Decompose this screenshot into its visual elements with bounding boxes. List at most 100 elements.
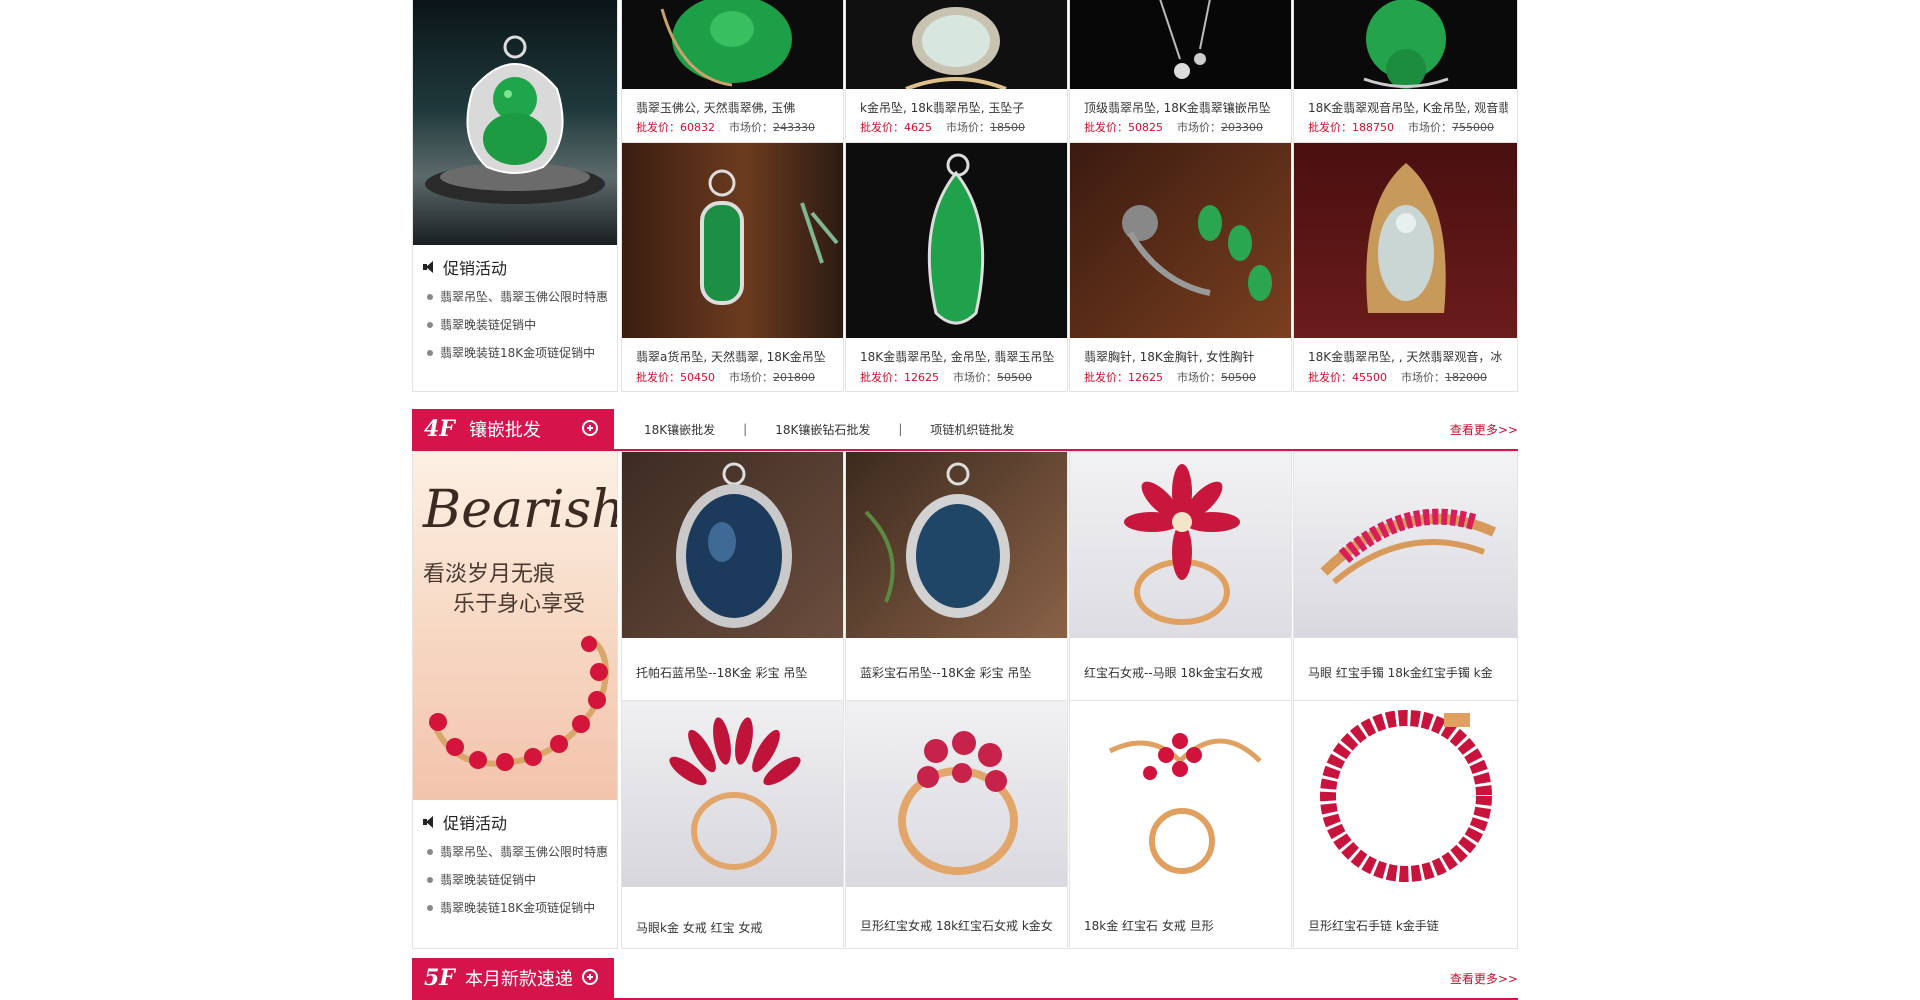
promo-link[interactable]: 翡翠吊坠、翡翠玉佛公限时特惠 [440, 283, 608, 311]
wholesale-price: 50450 [680, 371, 715, 384]
promo-list: 翡翠吊坠、翡翠玉佛公限时特惠 翡翠晚装链促销中 翡翠晚装链18K金项链促销中 [427, 838, 608, 922]
tab-18k-inlay[interactable]: 18K镶嵌批发 [644, 421, 715, 438]
product-image[interactable] [846, 143, 1067, 338]
bullet-icon [427, 294, 433, 300]
product-name[interactable]: 托帕石蓝吊坠--18K金 彩宝 吊坠 [636, 664, 836, 681]
product-name[interactable]: 18K金翡翠吊坠, 金吊坠, 翡翠玉吊坠 [860, 348, 1060, 365]
product-card[interactable]: 马眼 红宝手镯 18k金红宝手镯 k金 [1293, 451, 1518, 701]
market-price: 201800 [773, 371, 815, 384]
product-card[interactable]: k金吊坠, 18k翡翠吊坠, 玉坠子 批发价：4625 市场价：18500 [845, 0, 1068, 143]
promo-item[interactable]: 翡翠晚装链促销中 [427, 866, 608, 894]
market-label: 市场价： [729, 121, 773, 134]
product-image[interactable] [846, 701, 1067, 887]
product-card[interactable]: 翡翠玉佛公, 天然翡翠佛, 玉佛 批发价：60832 市场价：243330 [621, 0, 844, 143]
market-label: 市场价： [729, 371, 773, 384]
product-name[interactable]: 18K金翡翠吊坠, , 天然翡翠观音，冰 [1308, 348, 1508, 365]
wholesale-label: 批发价： [636, 371, 680, 384]
product-image[interactable] [1070, 0, 1291, 89]
product-card[interactable]: 翡翠胸针, 18K金胸针, 女性胸针 批发价：12625 市场价：50500 [1069, 142, 1292, 392]
product-card[interactable]: 18k金 红宝石 女戒 旦形 [1069, 700, 1292, 949]
promo-item[interactable]: 翡翠吊坠、翡翠玉佛公限时特惠 [427, 283, 608, 311]
promo-item[interactable]: 翡翠晚装链促销中 [427, 311, 608, 339]
wholesale-label: 批发价： [1084, 371, 1128, 384]
product-image[interactable] [846, 0, 1067, 89]
plus-circle-icon[interactable] [582, 969, 598, 985]
market-price: 50500 [1221, 371, 1256, 384]
see-more-link[interactable]: 查看更多>> [1450, 421, 1518, 438]
product-card[interactable]: 托帕石蓝吊坠--18K金 彩宝 吊坠 [621, 451, 844, 701]
product-image[interactable] [1070, 452, 1291, 638]
product-name[interactable]: 马眼 红宝手镯 18k金红宝手镯 k金 [1308, 664, 1508, 681]
ruby-bracelet-image [429, 634, 609, 771]
product-image[interactable] [622, 701, 843, 887]
market-label: 市场价： [1408, 121, 1452, 134]
promo-list: 翡翠吊坠、翡翠玉佛公限时特惠 翡翠晚装链促销中 翡翠晚装链18K金项链促销中 [427, 283, 608, 367]
product-card[interactable]: 旦形红宝石手链 k金手链 [1293, 700, 1518, 949]
floor-3-sidebar: 促销活动 翡翠吊坠、翡翠玉佛公限时特惠 翡翠晚装链促销中 翡翠晚装链18K金项链… [412, 0, 618, 392]
market-price: 203300 [1221, 121, 1263, 134]
see-more-link[interactable]: 查看更多>> [1450, 970, 1518, 987]
market-price: 50500 [997, 371, 1032, 384]
product-name[interactable]: 18K金翡翠观音吊坠, K金吊坠, 观音翡 [1308, 99, 1508, 116]
product-card[interactable]: 旦形红宝女戒 18k红宝石女戒 k金女 [845, 700, 1068, 949]
product-name[interactable]: 红宝石女戒--马眼 18k金宝石女戒 [1084, 664, 1284, 681]
wholesale-price: 188750 [1352, 121, 1394, 134]
product-card[interactable]: 蓝彩宝石吊坠--18K金 彩宝 吊坠 [845, 451, 1068, 701]
product-image[interactable] [1294, 0, 1517, 89]
product-image[interactable] [1294, 701, 1517, 887]
product-card[interactable]: 18K金翡翠吊坠, 金吊坠, 翡翠玉吊坠 批发价：12625 市场价：50500 [845, 142, 1068, 392]
promo-link[interactable]: 翡翠晚装链促销中 [440, 866, 536, 894]
product-name[interactable]: 翡翠玉佛公, 天然翡翠佛, 玉佛 [636, 99, 836, 116]
product-image[interactable] [622, 452, 843, 638]
floor-number: 4F [424, 416, 455, 442]
tab-separator: | [743, 422, 748, 436]
promo-item[interactable]: 翡翠吊坠、翡翠玉佛公限时特惠 [427, 838, 608, 866]
promo-item[interactable]: 翡翠晚装链18K金项链促销中 [427, 339, 608, 367]
product-image[interactable] [622, 0, 843, 89]
product-name[interactable]: 翡翠a货吊坠, 天然翡翠, 18K金吊坠 [636, 348, 836, 365]
plus-circle-icon[interactable] [582, 420, 598, 436]
product-card[interactable]: 18K金翡翠吊坠, , 天然翡翠观音，冰 批发价：45500 市场价：182000 [1293, 142, 1518, 392]
promo-item[interactable]: 翡翠晚装链18K金项链促销中 [427, 894, 608, 922]
product-card[interactable]: 18K金翡翠观音吊坠, K金吊坠, 观音翡 批发价：188750 市场价：7550… [1293, 0, 1518, 143]
tab-18k-diamond-inlay[interactable]: 18K镶嵌钻石批发 [775, 421, 870, 438]
product-image[interactable] [1294, 143, 1517, 338]
floor-5-tag[interactable]: 5F 本月新款速递 [412, 958, 614, 998]
promo-link[interactable]: 翡翠晚装链18K金项链促销中 [440, 894, 595, 922]
floor-title: 镶嵌批发 [468, 420, 541, 441]
floor-4-banner[interactable]: Bearish 看淡岁月无痕 乐于身心享受 [413, 452, 617, 800]
bullet-icon [427, 877, 433, 883]
promo-link[interactable]: 翡翠晚装链促销中 [440, 311, 536, 339]
promo-link[interactable]: 翡翠晚装链18K金项链促销中 [440, 339, 595, 367]
tab-machine-chain[interactable]: 项链机织链批发 [930, 421, 1014, 438]
product-name[interactable]: 顶级翡翠吊坠, 18K金翡翠镶嵌吊坠 [1084, 99, 1284, 116]
wholesale-price: 12625 [904, 371, 939, 384]
product-card[interactable]: 顶级翡翠吊坠, 18K金翡翠镶嵌吊坠 批发价：50825 市场价：203300 [1069, 0, 1292, 143]
product-image[interactable] [622, 143, 843, 338]
product-image[interactable] [1070, 701, 1291, 887]
floor-3-banner[interactable] [413, 0, 617, 245]
market-price: 243330 [773, 121, 815, 134]
product-image[interactable] [1070, 143, 1291, 338]
floor-3: 促销活动 翡翠吊坠、翡翠玉佛公限时特惠 翡翠晚装链促销中 翡翠晚装链18K金项链… [412, 0, 1518, 392]
market-label: 市场价： [946, 121, 990, 134]
wholesale-price: 60832 [680, 121, 715, 134]
product-name[interactable]: k金吊坠, 18k翡翠吊坠, 玉坠子 [860, 99, 1060, 116]
product-card[interactable]: 翡翠a货吊坠, 天然翡翠, 18K金吊坠 批发价：50450 市场价：201800 [621, 142, 844, 392]
product-card[interactable]: 红宝石女戒--马眼 18k金宝石女戒 [1069, 451, 1292, 701]
product-image[interactable] [846, 452, 1067, 638]
promo-link[interactable]: 翡翠吊坠、翡翠玉佛公限时特惠 [440, 838, 608, 866]
product-image[interactable] [1294, 452, 1517, 638]
product-name[interactable]: 18k金 红宝石 女戒 旦形 [1084, 917, 1284, 934]
product-price: 批发价：188750 市场价：755000 [1308, 119, 1494, 135]
product-price: 批发价：50450 市场价：201800 [636, 369, 815, 385]
product-name[interactable]: 马眼k金 女戒 红宝 女戒 [636, 919, 836, 936]
product-card[interactable]: 马眼k金 女戒 红宝 女戒 [621, 700, 844, 949]
jade-buddha-banner-image [425, 35, 605, 204]
product-name[interactable]: 旦形红宝女戒 18k红宝石女戒 k金女 [860, 917, 1060, 934]
product-name[interactable]: 蓝彩宝石吊坠--18K金 彩宝 吊坠 [860, 664, 1060, 681]
wholesale-price: 12625 [1128, 371, 1163, 384]
product-name[interactable]: 翡翠胸针, 18K金胸针, 女性胸针 [1084, 348, 1284, 365]
product-name[interactable]: 旦形红宝石手链 k金手链 [1308, 917, 1508, 934]
floor-4-tag[interactable]: 4F 镶嵌批发 [412, 409, 614, 449]
